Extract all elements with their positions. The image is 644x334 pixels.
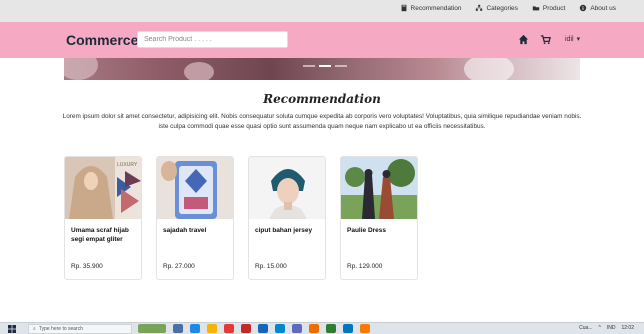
chrome-icon[interactable] bbox=[326, 324, 336, 333]
edge-icon[interactable] bbox=[190, 324, 200, 333]
product-price: Rp. 15.000 bbox=[255, 263, 287, 270]
nav-recommendation-label: Recommendation bbox=[410, 4, 462, 12]
product-name: ciput bahan jersey bbox=[255, 227, 313, 234]
taskbar-search[interactable]: ⌕ Type here to search bbox=[28, 324, 132, 334]
app-icon[interactable] bbox=[360, 324, 370, 333]
task-view-icon[interactable] bbox=[173, 324, 183, 333]
folder-icon bbox=[532, 6, 540, 11]
product-price: Rp. 27.000 bbox=[163, 263, 195, 270]
header: Commerce idil ▾ bbox=[0, 22, 644, 58]
section-description: Lorem ipsum dolor sit amet consectetur, … bbox=[62, 113, 582, 130]
section-title: Recommendation bbox=[263, 92, 381, 106]
caret-down-icon: ▾ bbox=[576, 36, 581, 43]
banner-carousel[interactable] bbox=[64, 58, 580, 80]
product-image bbox=[249, 157, 325, 219]
hijab-scarf-image: LUXURY bbox=[65, 157, 141, 219]
taskbar-apps bbox=[138, 324, 370, 333]
product-image bbox=[341, 157, 417, 219]
sitemap-icon bbox=[476, 4, 483, 11]
banner-decoration bbox=[64, 58, 98, 80]
file-explorer-icon[interactable] bbox=[207, 324, 217, 333]
home-icon[interactable] bbox=[518, 34, 529, 45]
taskbar-search-placeholder: Type here to search bbox=[38, 326, 84, 332]
product-list: LUXURY Umama scraf hijab segi empat glit… bbox=[64, 156, 418, 280]
carousel-dot-active[interactable] bbox=[319, 65, 331, 67]
product-price: Rp. 129.000 bbox=[347, 263, 383, 270]
app-icon[interactable] bbox=[292, 324, 302, 333]
nav-product[interactable]: Product bbox=[532, 4, 565, 12]
nav-product-label: Product bbox=[542, 4, 566, 12]
product-name: Paulie Dress bbox=[347, 227, 387, 234]
product-card[interactable]: LUXURY Umama scraf hijab segi empat glit… bbox=[64, 156, 142, 280]
chevron-up-icon[interactable]: ^ bbox=[599, 325, 601, 331]
product-image bbox=[157, 157, 233, 219]
info-icon bbox=[580, 4, 587, 12]
nav-about-label: About us bbox=[590, 4, 616, 12]
prayer-mat-image bbox=[157, 157, 233, 219]
nav-about[interactable]: About us bbox=[579, 4, 616, 12]
brand-logo[interactable]: Commerce bbox=[66, 32, 138, 48]
product-card[interactable]: ciput bahan jersey Rp. 15.000 bbox=[248, 156, 326, 280]
product-name: Umama scraf hijab segi empat gliter bbox=[71, 227, 129, 243]
carousel-dot[interactable] bbox=[335, 65, 347, 67]
book-icon bbox=[401, 4, 406, 12]
vscode-icon[interactable] bbox=[343, 324, 353, 333]
inner-hijab-image bbox=[249, 157, 325, 219]
carousel-dot[interactable] bbox=[303, 65, 315, 67]
top-nav: Recommendation Categories Product About … bbox=[400, 4, 616, 12]
system-tray: Cua... ^ IND 12:02 bbox=[579, 325, 634, 331]
nav-categories[interactable]: Categories bbox=[475, 4, 518, 12]
windows-start-icon[interactable] bbox=[8, 325, 16, 333]
user-menu[interactable]: idil ▾ bbox=[565, 35, 581, 44]
top-bar: Recommendation Categories Product About … bbox=[0, 0, 644, 22]
banner-decoration bbox=[184, 62, 214, 80]
user-name: idil bbox=[565, 35, 574, 43]
app-icon[interactable] bbox=[309, 324, 319, 333]
product-name: sajadah travel bbox=[163, 227, 207, 234]
os-taskbar: ⌕ Type here to search Cua... ^ IND 12:02 bbox=[0, 322, 644, 334]
banner-decoration bbox=[464, 58, 514, 80]
search-input[interactable] bbox=[137, 31, 288, 48]
nav-categories-label: Categories bbox=[486, 4, 518, 12]
product-logo-text: LUXURY bbox=[117, 162, 138, 168]
cart-icon[interactable] bbox=[540, 34, 551, 45]
carousel-indicators bbox=[303, 65, 347, 67]
app-icon[interactable] bbox=[275, 324, 285, 333]
language-indicator[interactable]: IND bbox=[607, 325, 616, 331]
weather-widget-icon[interactable] bbox=[138, 324, 166, 333]
product-price: Rp. 35.900 bbox=[71, 263, 103, 270]
search-icon: ⌕ bbox=[33, 326, 36, 332]
nav-recommendation[interactable]: Recommendation bbox=[400, 4, 462, 12]
tray-weather-label[interactable]: Cua... bbox=[579, 325, 592, 331]
dress-image bbox=[341, 157, 417, 219]
product-card[interactable]: sajadah travel Rp. 27.000 bbox=[156, 156, 234, 280]
product-card[interactable]: Paulie Dress Rp. 129.000 bbox=[340, 156, 418, 280]
clock[interactable]: 12:02 bbox=[621, 325, 634, 331]
app-icon[interactable] bbox=[224, 324, 234, 333]
app-icon[interactable] bbox=[241, 324, 251, 333]
app-icon[interactable] bbox=[258, 324, 268, 333]
product-image: LUXURY bbox=[65, 157, 141, 219]
